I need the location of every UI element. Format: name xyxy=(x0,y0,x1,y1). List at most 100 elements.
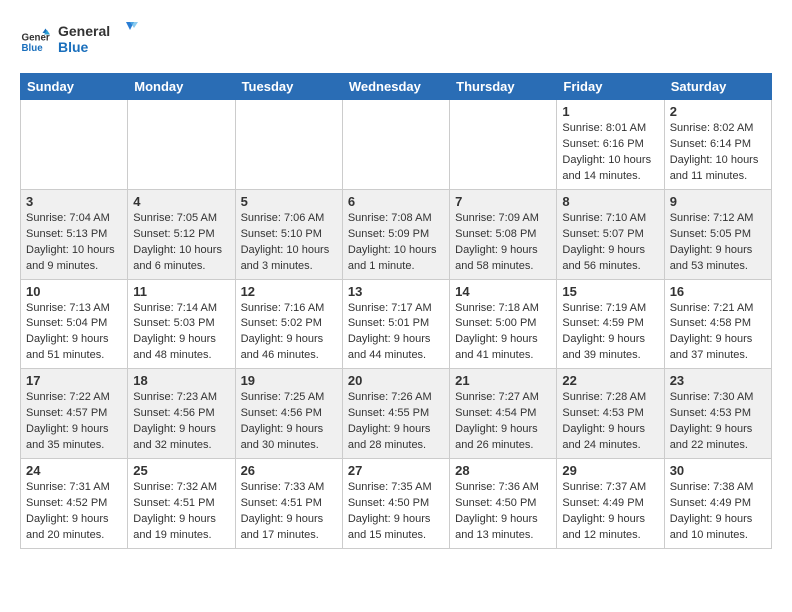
calendar-cell: 18 Sunrise: 7:23 AM Sunset: 4:56 PM Dayli… xyxy=(128,369,235,459)
day-number: 8 xyxy=(562,194,658,209)
day-number: 15 xyxy=(562,284,658,299)
calendar-cell: 11 Sunrise: 7:14 AM Sunset: 5:03 PM Dayli… xyxy=(128,279,235,369)
day-number: 11 xyxy=(133,284,229,299)
day-number: 29 xyxy=(562,463,658,478)
weekday-header-monday: Monday xyxy=(128,74,235,100)
weekday-header-tuesday: Tuesday xyxy=(235,74,342,100)
day-number: 10 xyxy=(26,284,122,299)
day-number: 5 xyxy=(241,194,337,209)
day-info: Sunrise: 7:17 AM Sunset: 5:01 PM Dayligh… xyxy=(348,301,444,365)
day-info: Sunrise: 7:14 AM Sunset: 5:03 PM Dayligh… xyxy=(133,301,229,365)
calendar-cell: 6 Sunrise: 7:08 AM Sunset: 5:09 PM Daylig… xyxy=(342,189,449,279)
day-info: Sunrise: 7:32 AM Sunset: 4:51 PM Dayligh… xyxy=(133,480,229,544)
weekday-header-wednesday: Wednesday xyxy=(342,74,449,100)
day-info: Sunrise: 7:27 AM Sunset: 4:54 PM Dayligh… xyxy=(455,390,551,454)
calendar-cell xyxy=(342,100,449,190)
day-info: Sunrise: 7:33 AM Sunset: 4:51 PM Dayligh… xyxy=(241,480,337,544)
calendar-week-2: 3Sunrise: 7:04 AM Sunset: 5:13 PM Daylig… xyxy=(21,189,772,279)
day-number: 9 xyxy=(670,194,766,209)
day-number: 19 xyxy=(241,373,337,388)
calendar-table: SundayMondayTuesdayWednesdayThursdayFrid… xyxy=(20,73,772,549)
calendar-cell: 2Sunrise: 8:02 AM Sunset: 6:14 PM Daylig… xyxy=(664,100,771,190)
day-number: 1 xyxy=(562,104,658,119)
calendar-cell xyxy=(235,100,342,190)
day-number: 4 xyxy=(133,194,229,209)
day-info: Sunrise: 8:01 AM Sunset: 6:16 PM Dayligh… xyxy=(562,121,658,185)
day-info: Sunrise: 7:36 AM Sunset: 4:50 PM Dayligh… xyxy=(455,480,551,544)
calendar-cell: 17 Sunrise: 7:22 AM Sunset: 4:57 PM Dayli… xyxy=(21,369,128,459)
day-number: 30 xyxy=(670,463,766,478)
calendar-cell: 10 Sunrise: 7:13 AM Sunset: 5:04 PM Dayli… xyxy=(21,279,128,369)
day-info: Sunrise: 7:22 AM Sunset: 4:57 PM Dayligh… xyxy=(26,390,122,454)
calendar-cell: 22Sunrise: 7:28 AM Sunset: 4:53 PM Dayli… xyxy=(557,369,664,459)
calendar-cell: 8 Sunrise: 7:10 AM Sunset: 5:07 PM Daylig… xyxy=(557,189,664,279)
calendar-cell: 26Sunrise: 7:33 AM Sunset: 4:51 PM Dayli… xyxy=(235,459,342,549)
svg-text:General: General xyxy=(58,23,110,39)
calendar-week-4: 17 Sunrise: 7:22 AM Sunset: 4:57 PM Dayli… xyxy=(21,369,772,459)
day-number: 3 xyxy=(26,194,122,209)
calendar-cell: 25 Sunrise: 7:32 AM Sunset: 4:51 PM Dayli… xyxy=(128,459,235,549)
day-info: Sunrise: 7:13 AM Sunset: 5:04 PM Dayligh… xyxy=(26,301,122,365)
calendar-cell: 13Sunrise: 7:17 AM Sunset: 5:01 PM Dayli… xyxy=(342,279,449,369)
logo: General Blue General Blue xyxy=(20,20,138,63)
day-number: 7 xyxy=(455,194,551,209)
calendar-cell: 21 Sunrise: 7:27 AM Sunset: 4:54 PM Dayli… xyxy=(450,369,557,459)
calendar-cell xyxy=(21,100,128,190)
calendar-cell: 5 Sunrise: 7:06 AM Sunset: 5:10 PM Daylig… xyxy=(235,189,342,279)
day-info: Sunrise: 7:05 AM Sunset: 5:12 PM Dayligh… xyxy=(133,211,229,275)
day-info: Sunrise: 7:19 AM Sunset: 4:59 PM Dayligh… xyxy=(562,301,658,365)
day-number: 17 xyxy=(26,373,122,388)
day-number: 25 xyxy=(133,463,229,478)
day-number: 16 xyxy=(670,284,766,299)
calendar-cell: 23Sunrise: 7:30 AM Sunset: 4:53 PM Dayli… xyxy=(664,369,771,459)
calendar-cell: 4 Sunrise: 7:05 AM Sunset: 5:12 PM Daylig… xyxy=(128,189,235,279)
calendar-cell: 16 Sunrise: 7:21 AM Sunset: 4:58 PM Dayli… xyxy=(664,279,771,369)
day-info: Sunrise: 7:06 AM Sunset: 5:10 PM Dayligh… xyxy=(241,211,337,275)
calendar-cell: 24 Sunrise: 7:31 AM Sunset: 4:52 PM Dayli… xyxy=(21,459,128,549)
calendar-week-1: 1 Sunrise: 8:01 AM Sunset: 6:16 PM Daylig… xyxy=(21,100,772,190)
day-info: Sunrise: 7:37 AM Sunset: 4:49 PM Dayligh… xyxy=(562,480,658,544)
day-number: 24 xyxy=(26,463,122,478)
calendar-cell: 15 Sunrise: 7:19 AM Sunset: 4:59 PM Dayli… xyxy=(557,279,664,369)
day-number: 6 xyxy=(348,194,444,209)
logo-full: General Blue xyxy=(58,20,138,58)
calendar-cell: 1 Sunrise: 8:01 AM Sunset: 6:16 PM Daylig… xyxy=(557,100,664,190)
calendar-cell xyxy=(450,100,557,190)
calendar-cell: 9 Sunrise: 7:12 AM Sunset: 5:05 PM Daylig… xyxy=(664,189,771,279)
page-header: General Blue General Blue xyxy=(20,20,772,63)
day-info: Sunrise: 7:23 AM Sunset: 4:56 PM Dayligh… xyxy=(133,390,229,454)
day-info: Sunrise: 7:28 AM Sunset: 4:53 PM Dayligh… xyxy=(562,390,658,454)
day-info: Sunrise: 7:10 AM Sunset: 5:07 PM Dayligh… xyxy=(562,211,658,275)
day-info: Sunrise: 7:38 AM Sunset: 4:49 PM Dayligh… xyxy=(670,480,766,544)
day-info: Sunrise: 7:35 AM Sunset: 4:50 PM Dayligh… xyxy=(348,480,444,544)
calendar-cell: 14 Sunrise: 7:18 AM Sunset: 5:00 PM Dayli… xyxy=(450,279,557,369)
weekday-header-saturday: Saturday xyxy=(664,74,771,100)
day-number: 14 xyxy=(455,284,551,299)
day-number: 21 xyxy=(455,373,551,388)
svg-text:Blue: Blue xyxy=(22,43,44,54)
calendar-cell: 28Sunrise: 7:36 AM Sunset: 4:50 PM Dayli… xyxy=(450,459,557,549)
day-info: Sunrise: 7:08 AM Sunset: 5:09 PM Dayligh… xyxy=(348,211,444,275)
calendar-cell: 19Sunrise: 7:25 AM Sunset: 4:56 PM Dayli… xyxy=(235,369,342,459)
day-info: Sunrise: 7:12 AM Sunset: 5:05 PM Dayligh… xyxy=(670,211,766,275)
calendar-cell: 12 Sunrise: 7:16 AM Sunset: 5:02 PM Dayli… xyxy=(235,279,342,369)
calendar-cell: 3Sunrise: 7:04 AM Sunset: 5:13 PM Daylig… xyxy=(21,189,128,279)
calendar-cell xyxy=(128,100,235,190)
day-info: Sunrise: 7:26 AM Sunset: 4:55 PM Dayligh… xyxy=(348,390,444,454)
day-info: Sunrise: 7:09 AM Sunset: 5:08 PM Dayligh… xyxy=(455,211,551,275)
day-info: Sunrise: 7:31 AM Sunset: 4:52 PM Dayligh… xyxy=(26,480,122,544)
day-info: Sunrise: 7:21 AM Sunset: 4:58 PM Dayligh… xyxy=(670,301,766,365)
calendar-week-5: 24 Sunrise: 7:31 AM Sunset: 4:52 PM Dayli… xyxy=(21,459,772,549)
day-number: 2 xyxy=(670,104,766,119)
weekday-header-sunday: Sunday xyxy=(21,74,128,100)
calendar-cell: 29 Sunrise: 7:37 AM Sunset: 4:49 PM Dayli… xyxy=(557,459,664,549)
svg-text:Blue: Blue xyxy=(58,39,89,55)
weekday-header-row: SundayMondayTuesdayWednesdayThursdayFrid… xyxy=(21,74,772,100)
day-number: 18 xyxy=(133,373,229,388)
calendar-cell: 30 Sunrise: 7:38 AM Sunset: 4:49 PM Dayli… xyxy=(664,459,771,549)
day-number: 12 xyxy=(241,284,337,299)
day-info: Sunrise: 7:30 AM Sunset: 4:53 PM Dayligh… xyxy=(670,390,766,454)
calendar-week-3: 10 Sunrise: 7:13 AM Sunset: 5:04 PM Dayli… xyxy=(21,279,772,369)
day-info: Sunrise: 7:16 AM Sunset: 5:02 PM Dayligh… xyxy=(241,301,337,365)
day-info: Sunrise: 7:18 AM Sunset: 5:00 PM Dayligh… xyxy=(455,301,551,365)
